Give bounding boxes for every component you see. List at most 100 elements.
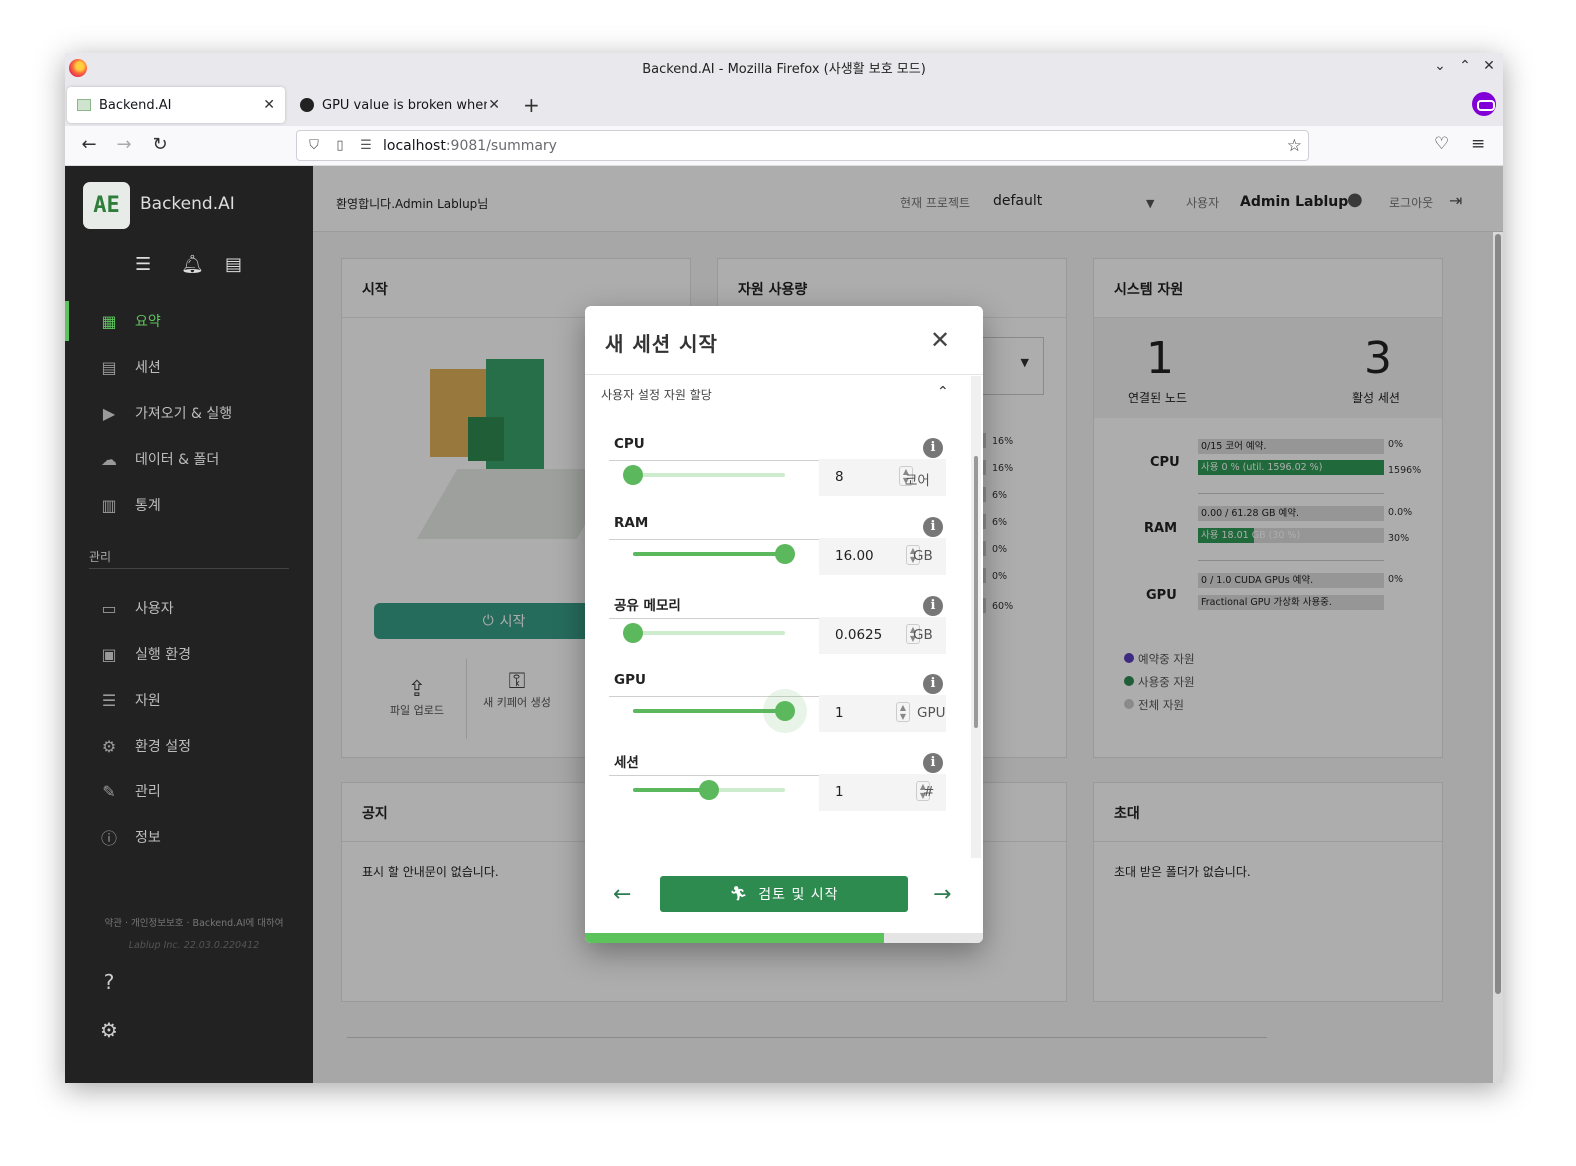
info-icon[interactable]: i	[923, 674, 943, 694]
resource-label: 세션	[614, 755, 639, 771]
info-icon[interactable]: i	[923, 438, 943, 458]
help-icon[interactable]: ?	[98, 970, 120, 994]
sidebar-item-label: 실행 환경	[135, 647, 191, 663]
resource-row-4: 세션 i 1 ▲ ▼ #	[609, 751, 946, 829]
review-launch-button[interactable]: 🏃︎ 검토 및 시작	[660, 876, 908, 912]
resource-number-input[interactable]: 1 ▲ ▼ GPU	[819, 695, 946, 732]
tab-label: GPU value is broken when	[322, 97, 487, 113]
menu-toggle-icon[interactable]: ☰	[135, 254, 151, 275]
resource-slider[interactable]	[623, 465, 785, 485]
dialog-scrollbar[interactable]	[971, 376, 981, 858]
close-icon[interactable]: ✕	[928, 326, 952, 354]
id-card-icon: ▭	[101, 598, 117, 618]
review-launch-label: 검토 및 시작	[758, 887, 839, 903]
resource-row-2: 공유 메모리 i 0.0625 ▲ ▼ GB	[609, 594, 946, 672]
slider-handle[interactable]	[623, 623, 643, 643]
info-icon[interactable]: i	[923, 517, 943, 537]
slider-handle[interactable]	[699, 780, 719, 800]
step-progress-fill	[585, 933, 884, 943]
sidebar-item-label: 데이터 & 폴더	[135, 452, 220, 468]
dialog-divider	[585, 374, 983, 375]
dialog-scrollbar-thumb[interactable]	[974, 456, 978, 728]
sidebar-item-users[interactable]: ▭ 사용자	[65, 588, 313, 628]
pocket-icon[interactable]: ♡	[1434, 134, 1449, 154]
sidebar-divider	[89, 568, 289, 569]
tab-label: Backend.AI	[99, 97, 172, 113]
slider-handle[interactable]	[623, 465, 643, 485]
resource-number-input[interactable]: 1 ▲ ▼ #	[819, 774, 946, 811]
sidebar-item-label: 관리	[135, 784, 161, 800]
shield-icon[interactable]: ⛉	[305, 138, 323, 153]
url-path: :9081/summary	[445, 137, 557, 154]
resource-slider[interactable]	[633, 544, 795, 564]
resource-number-input[interactable]: 0.0625 ▲ ▼ GB	[819, 617, 946, 654]
sidebar-item-label: 세션	[135, 360, 161, 376]
admin-section-label: 관리	[89, 550, 112, 564]
tab-close-icon[interactable]: ✕	[488, 97, 500, 113]
wrench-icon: ✎	[102, 781, 116, 801]
resource-label: 공유 메모리	[614, 598, 681, 614]
notification-bell-icon[interactable]: 🔔︎	[181, 254, 204, 275]
resource-row-3: GPU i 1 ▲ ▼ GPU	[609, 672, 946, 750]
sidebar-item-maintenance[interactable]: ✎ 관리	[65, 771, 313, 811]
sidebar-item-settings[interactable]: ⚙ 환경 설정	[65, 726, 313, 766]
previous-arrow-icon[interactable]: ←	[613, 882, 631, 907]
play-icon: ▶	[102, 403, 116, 423]
new-tab-icon[interactable]: +	[523, 93, 540, 117]
reload-icon[interactable]: ↻	[149, 134, 171, 155]
resource-label: CPU	[614, 436, 645, 452]
resource-slider[interactable]	[623, 623, 785, 643]
page-scrollbar[interactable]	[1493, 232, 1503, 1083]
app-menu-icon[interactable]: ≡	[1471, 134, 1485, 154]
info-icon[interactable]: i	[923, 753, 943, 773]
minimize-icon[interactable]: ⌄	[1431, 58, 1449, 74]
forward-icon[interactable]: →	[113, 134, 135, 155]
footer-links[interactable]: 약관 · 개인정보보호 · Backend.AI에 대하여	[89, 915, 299, 929]
firefox-logo-icon	[69, 59, 87, 77]
next-arrow-icon[interactable]: →	[933, 882, 951, 907]
tab-bar: Backend.AI ✕ GPU value is broken when ✕ …	[65, 82, 1503, 126]
settings-gear-icon[interactable]: ⚙	[98, 1018, 120, 1042]
resource-unit: 코어	[905, 473, 930, 489]
sidebar-item-sessions[interactable]: ▤ 세션	[65, 347, 313, 387]
sidebar-item-summary[interactable]: ▦ 요약	[65, 301, 313, 341]
brand-name: Backend.AI	[140, 194, 235, 214]
chip-icon: ▣	[101, 644, 117, 664]
navigation-bar: ← → ↻ ⛉ ▯ ☰ localhost:9081/summary ☆ ♡ ≡	[65, 126, 1503, 166]
custom-allocation-section[interactable]: 사용자 설정 자원 할당	[601, 386, 712, 403]
sidebar-item-information[interactable]: ⓘ 정보	[65, 817, 313, 857]
tab-backend-ai[interactable]: Backend.AI ✕	[67, 87, 285, 123]
resource-slider[interactable]	[633, 689, 807, 733]
back-icon[interactable]: ←	[78, 134, 100, 155]
close-window-icon[interactable]: ✕	[1480, 58, 1498, 74]
sidebar-item-statistics[interactable]: ▥ 통계	[65, 485, 313, 525]
new-session-dialog: 새 세션 시작 ✕ 사용자 설정 자원 할당 ⌃ CPU i 8 ▲ ▼ 코어 RAM i 16…	[585, 306, 983, 943]
resource-unit: GPU	[917, 705, 946, 721]
tab-close-icon[interactable]: ✕	[263, 97, 275, 113]
task-list-icon[interactable]: ▤	[225, 254, 242, 275]
page-icon[interactable]: ▯	[331, 138, 349, 153]
sidebar-item-environments[interactable]: ▣ 실행 환경	[65, 634, 313, 674]
sidebar-item-resources[interactable]: ☰ 자원	[65, 680, 313, 720]
bookmark-star-icon[interactable]: ☆	[1287, 136, 1302, 156]
url-bar[interactable]: ⛉ ▯ ☰ localhost:9081/summary ☆	[296, 130, 1309, 161]
stepper-icon[interactable]: ▲ ▼	[896, 702, 910, 722]
tab-github-issue[interactable]: GPU value is broken when ✕	[290, 87, 510, 123]
page-scrollbar-thumb[interactable]	[1495, 234, 1501, 994]
resource-number-input[interactable]: 16.00 ▲ ▼ GB	[819, 538, 946, 575]
info-icon[interactable]: i	[923, 596, 943, 616]
resource-number-input[interactable]: 8 ▲ ▼ 코어	[819, 459, 946, 496]
resource-value: 0.0625	[835, 627, 883, 643]
grid-icon: ▦	[101, 311, 117, 331]
sidebar-item-label: 요약	[135, 314, 161, 330]
chevron-up-icon[interactable]: ⌃	[937, 384, 949, 400]
sidebar-item-import-run[interactable]: ▶ 가져오기 & 실행	[65, 393, 313, 433]
permissions-icon[interactable]: ☰	[357, 138, 375, 153]
maximize-icon[interactable]: ⌃	[1456, 58, 1474, 74]
slider-handle[interactable]	[775, 701, 795, 721]
backend-ai-logo: AE	[83, 182, 130, 229]
sidebar-item-data-folders[interactable]: ☁ 데이터 & 폴더	[65, 439, 313, 479]
resource-value: 16.00	[835, 548, 874, 564]
resource-slider[interactable]	[633, 780, 785, 800]
slider-handle[interactable]	[775, 544, 795, 564]
